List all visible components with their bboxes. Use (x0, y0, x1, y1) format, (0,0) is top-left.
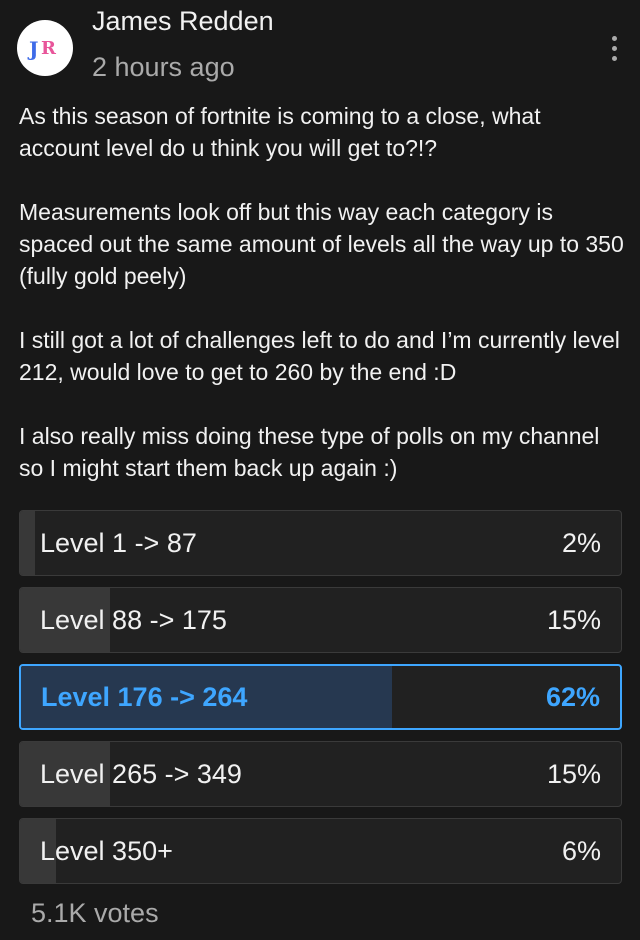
avatar-logo-icon: J R (27, 37, 57, 61)
poll-option-4[interactable]: Level 265 -> 349 15% (19, 741, 622, 807)
poll-option-percent: 15% (546, 758, 601, 789)
poll-option-2[interactable]: Level 88 -> 175 15% (19, 587, 622, 653)
poll: Level 1 -> 87 2% Level 88 -> 175 15% Lev… (19, 510, 622, 895)
post-paragraph: As this season of fortnite is coming to … (19, 103, 541, 161)
poll-option-percent: 6% (561, 835, 601, 866)
vertical-ellipsis-icon (611, 35, 617, 41)
post-time: 2 hours ago (92, 52, 235, 82)
svg-text:J: J (27, 37, 38, 61)
svg-text:R: R (41, 38, 57, 59)
poll-option-label: Level 176 -> 264 (41, 681, 248, 712)
author-name[interactable]: James Redden (92, 6, 274, 37)
poll-option-percent: 62% (545, 681, 600, 712)
avatar[interactable]: J R (17, 20, 73, 76)
more-options-button[interactable] (600, 26, 628, 70)
post-body: As this season of fortnite is coming to … (19, 100, 624, 516)
poll-option-label: Level 88 -> 175 (40, 604, 227, 635)
post-paragraph: I also really miss doing these type of p… (19, 423, 600, 481)
poll-option-percent: 15% (546, 604, 601, 635)
poll-option-label: Level 350+ (40, 835, 173, 866)
vote-count: 5.1K votes (31, 898, 159, 928)
poll-option-label: Level 1 -> 87 (40, 527, 197, 558)
poll-option-percent: 2% (561, 527, 601, 558)
post-paragraph: I still got a lot of challenges left to … (19, 327, 620, 385)
poll-option-label: Level 265 -> 349 (40, 758, 242, 789)
poll-result-bar (20, 511, 36, 575)
poll-option-1[interactable]: Level 1 -> 87 2% (19, 510, 622, 576)
poll-option-5[interactable]: Level 350+ 6% (19, 818, 622, 884)
poll-option-3[interactable]: Level 176 -> 264 62% (19, 664, 622, 730)
post-header: J R James Redden 2 hours ago (0, 0, 640, 100)
post-paragraph: Measurements look off but this way each … (19, 199, 624, 289)
